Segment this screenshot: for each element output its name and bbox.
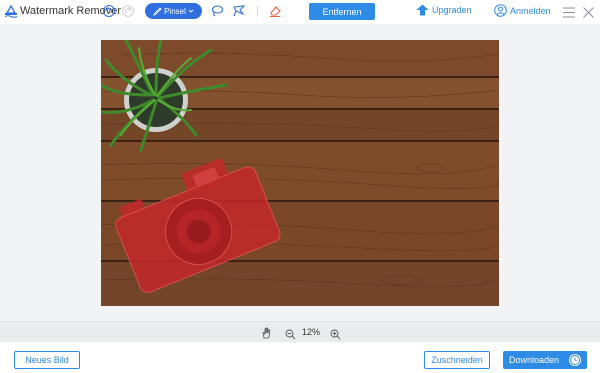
upgrade-label: Upgraden [432, 5, 472, 15]
login-link[interactable]: Anmelden [494, 4, 551, 17]
eraser-icon[interactable] [268, 4, 282, 18]
zoom-in-icon[interactable] [330, 327, 341, 340]
download-label: Downloaden [509, 355, 560, 365]
login-label: Anmelden [510, 5, 551, 16]
zoom-out-icon[interactable] [285, 327, 296, 340]
redo-icon[interactable] [122, 5, 134, 17]
close-icon[interactable] [583, 5, 594, 18]
download-button[interactable]: Downloaden [503, 351, 587, 369]
toolbar-divider [257, 6, 258, 16]
polygon-lasso-icon[interactable] [232, 4, 246, 18]
chevron-down-icon [188, 9, 194, 13]
bottom-bar: Neues Bild Zuschneiden Downloaden [0, 342, 600, 373]
remove-button[interactable]: Entfernen [309, 3, 375, 20]
clock-icon [569, 354, 581, 366]
brush-icon [153, 6, 162, 16]
menu-icon[interactable] [563, 5, 575, 18]
user-icon [494, 4, 507, 17]
hand-icon[interactable] [261, 326, 273, 339]
zoom-bar: 12% [0, 321, 600, 342]
undo-icon[interactable] [103, 5, 115, 17]
brush-tool-label: Pinsel [164, 6, 186, 16]
crop-button[interactable]: Zuschneiden [424, 351, 490, 369]
lasso-icon[interactable] [210, 4, 224, 18]
image-preview[interactable] [101, 40, 499, 306]
upgrade-icon [416, 4, 429, 16]
new-image-button[interactable]: Neues Bild [14, 351, 80, 369]
brush-tool-button[interactable]: Pinsel [145, 3, 202, 19]
top-toolbar: Watermark Remover Pinsel Entfernen Upgra… [0, 0, 600, 24]
upgrade-link[interactable]: Upgraden [416, 4, 472, 16]
zoom-level: 12% [302, 327, 321, 337]
logo-icon [4, 4, 18, 18]
